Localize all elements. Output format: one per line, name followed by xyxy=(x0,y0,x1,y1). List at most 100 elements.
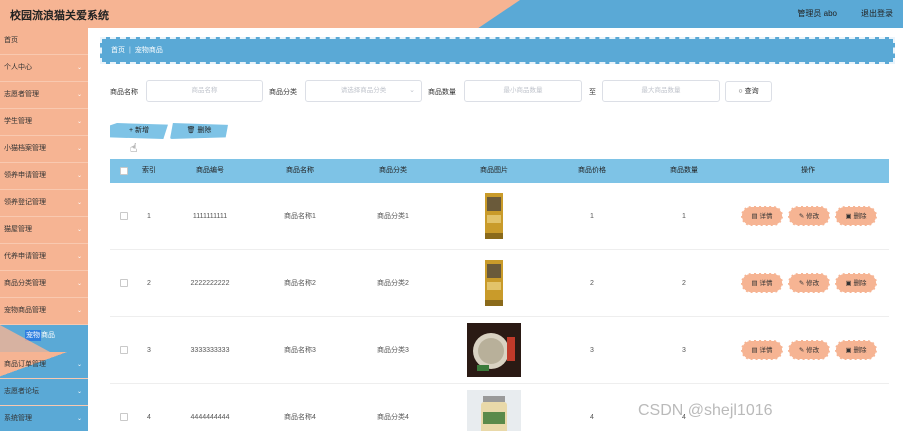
delete-button[interactable]: ▣ 删除 xyxy=(835,340,877,360)
cell-index: 4 xyxy=(147,414,151,421)
top-header: 校园流浪猫关爱系统 管理员 abo 退出登录 xyxy=(0,0,903,28)
sidebar-item-pet-goods[interactable]: 宠物商品管理 ⌄ xyxy=(0,298,88,325)
cell-qty: 3 xyxy=(682,347,686,354)
product-image[interactable] xyxy=(467,390,521,431)
delete-button[interactable]: ▣ 删除 xyxy=(835,206,877,226)
cell-code: 1111111111 xyxy=(192,213,228,220)
qty-min-input[interactable]: 最小商品数量 xyxy=(464,80,582,102)
trash-icon: ▣ xyxy=(845,280,852,287)
edit-icon: ✎ xyxy=(798,280,805,287)
sidebar-item-label: 系统管理 xyxy=(4,415,32,422)
header-index: 索引 xyxy=(142,167,156,174)
batch-delete-button[interactable]: 🗑︎ 删除 xyxy=(170,123,228,139)
header-category: 商品分类 xyxy=(379,167,407,174)
edit-label: 修改 xyxy=(806,280,820,287)
sidebar-item-profile[interactable]: 个人中心 ⌄ xyxy=(0,55,88,82)
breadcrumb-separator: | xyxy=(129,47,131,54)
query-button-label: 查询 xyxy=(744,88,759,95)
sidebar-item-system[interactable]: 系统管理 ⌄ xyxy=(0,406,88,431)
sidebar-item-label: 志愿者论坛 xyxy=(4,388,39,395)
cell-qty: 2 xyxy=(682,280,686,287)
sidebar-item-volunteer[interactable]: 志愿者管理 ⌄ xyxy=(0,82,88,109)
query-button[interactable]: ○ 查询 xyxy=(725,81,772,102)
logout-link[interactable]: 退出登录 xyxy=(861,8,893,19)
detail-button[interactable]: ▤ 详情 xyxy=(741,273,783,293)
product-image[interactable] xyxy=(467,323,521,377)
chevron-down-icon: ⌄ xyxy=(76,389,82,395)
delete-button[interactable]: ▣ 删除 xyxy=(835,273,877,293)
sidebar-item-label: 个人中心 xyxy=(4,64,32,71)
sidebar-item-cat-archive[interactable]: 小猫档案管理 ⌄ xyxy=(0,136,88,163)
sidebar-item-category[interactable]: 商品分类管理 ⌄ xyxy=(0,271,88,298)
qty-max-input[interactable]: 最大商品数量 xyxy=(602,80,720,102)
sidebar-subitem-pet-goods[interactable]: 宠物商品 xyxy=(0,325,88,352)
sidebar-item-label: 宠物商品管理 xyxy=(4,307,46,314)
cell-price: 3 xyxy=(590,347,594,354)
edit-icon: ✎ xyxy=(798,213,805,220)
sidebar-item-label: 首页 xyxy=(4,37,18,44)
chevron-down-icon: ⌄ xyxy=(76,416,82,422)
category-select[interactable]: 请选择商品分类 ⌄ xyxy=(305,80,422,102)
sidebar-item-foster-apply[interactable]: 代养申请管理 ⌄ xyxy=(0,244,88,271)
chevron-down-icon: ⌄ xyxy=(76,146,82,152)
row-checkbox[interactable] xyxy=(120,212,128,220)
sidebar-item-cat-house[interactable]: 猫屋管理 ⌄ xyxy=(0,217,88,244)
plus-icon: + xyxy=(128,127,134,134)
row-checkbox[interactable] xyxy=(120,279,128,287)
edit-button[interactable]: ✎ 修改 xyxy=(788,273,830,293)
chevron-down-icon: ⌄ xyxy=(76,92,82,98)
detail-button[interactable]: ▤ 详情 xyxy=(741,206,783,226)
breadcrumb-home[interactable]: 首页 xyxy=(111,47,125,54)
header-name: 商品名称 xyxy=(286,167,314,174)
row-checkbox[interactable] xyxy=(120,413,128,421)
header-code: 商品编号 xyxy=(196,167,224,174)
sidebar-item-home[interactable]: 首页 xyxy=(0,28,88,55)
table-row: 1 1111111111 商品名称1 商品分类1 1 1 ▤ 详情 ✎ 修改 ▣… xyxy=(110,183,889,250)
sidebar-item-adopt-apply[interactable]: 领养申请管理 ⌄ xyxy=(0,163,88,190)
select-all-checkbox[interactable] xyxy=(120,167,128,175)
cell-price: 2 xyxy=(590,280,594,287)
sidebar-item-student[interactable]: 学生管理 ⌄ xyxy=(0,109,88,136)
table-header: 索引 商品编号 商品名称 商品分类 商品图片 商品价格 商品数量 操作 xyxy=(110,159,889,183)
delete-label: 删除 xyxy=(853,213,867,220)
sidebar-item-label: 猫屋管理 xyxy=(4,226,32,233)
cell-price: 1 xyxy=(590,213,594,220)
row-checkbox[interactable] xyxy=(120,346,128,354)
category-label: 商品分类 xyxy=(269,89,297,96)
cell-category: 商品分类2 xyxy=(377,280,409,287)
hand-cursor-icon: ☝ xyxy=(130,141,138,155)
edit-button[interactable]: ✎ 修改 xyxy=(788,340,830,360)
add-button[interactable]: + 新增 xyxy=(110,123,168,139)
category-placeholder: 请选择商品分类 xyxy=(340,87,387,94)
delete-label: 删除 xyxy=(853,347,867,354)
chevron-down-icon: ⌄ xyxy=(76,254,82,260)
trash-icon: ▣ xyxy=(845,213,852,220)
chevron-down-icon: ⌄ xyxy=(409,87,415,94)
table-row: 2 2222222222 商品名称2 商品分类2 2 2 ▤ 详情 ✎ 修改 ▣… xyxy=(110,250,889,317)
cell-name: 商品名称4 xyxy=(284,414,316,421)
cell-code: 3333333333 xyxy=(190,347,230,354)
name-input[interactable]: 商品名称 xyxy=(146,80,263,102)
cell-code: 4444444444 xyxy=(190,414,230,421)
detail-icon: ▤ xyxy=(751,347,758,354)
sidebar-item-forum[interactable]: 志愿者论坛 ⌄ xyxy=(0,379,88,406)
sidebar-item-orders[interactable]: 商品订单管理 ⌄ xyxy=(0,352,88,379)
cell-qty: 1 xyxy=(682,213,686,220)
cell-price: 4 xyxy=(590,414,594,421)
sidebar-item-adopt-register[interactable]: 领养登记管理 ⌄ xyxy=(0,190,88,217)
detail-button[interactable]: ▤ 详情 xyxy=(741,340,783,360)
breadcrumb: 首页 | 宠物商品 xyxy=(100,37,895,64)
edit-label: 修改 xyxy=(806,347,820,354)
product-image[interactable] xyxy=(467,189,521,243)
chevron-down-icon: ⌄ xyxy=(76,65,82,71)
cell-code: 2222222222 xyxy=(190,280,230,287)
sidebar-item-label: 志愿者管理 xyxy=(4,91,39,98)
chevron-down-icon: ⌄ xyxy=(76,308,82,314)
current-user: 管理员 abo xyxy=(797,9,837,18)
cell-index: 1 xyxy=(147,213,151,220)
header-actions: 操作 xyxy=(801,167,815,174)
product-image[interactable] xyxy=(467,256,521,310)
chevron-down-icon: ⌄ xyxy=(76,227,82,233)
cell-category: 商品分类1 xyxy=(377,213,409,220)
edit-button[interactable]: ✎ 修改 xyxy=(788,206,830,226)
